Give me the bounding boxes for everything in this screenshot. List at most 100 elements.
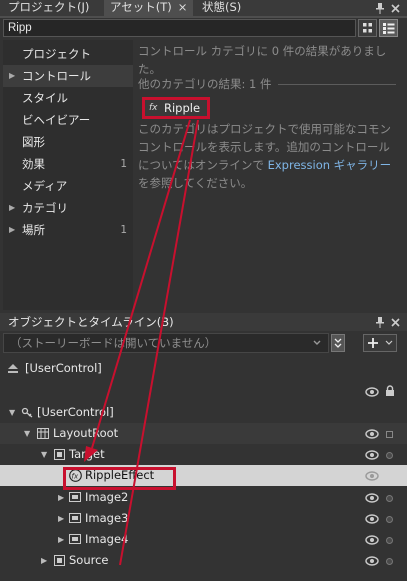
category-label: 効果 [22,157,45,171]
eye-icon[interactable] [365,534,379,546]
tab-state[interactable]: 状態(S) [196,0,247,16]
highlight-box [63,467,176,490]
pin-icon[interactable] [375,317,385,328]
category-styles[interactable]: スタイル [3,87,133,109]
category-effects[interactable]: 効果 1 [3,153,133,175]
image-icon [69,534,81,544]
lock-toggle[interactable] [386,537,393,544]
tree-row-target[interactable]: ▼ Target [0,444,407,465]
category-count: 1 [120,158,127,170]
tree-row-image3[interactable]: ▶ Image3 [0,508,407,529]
asset-results: コントロール カテゴリに 0 件の結果がありました。 他のカテゴリの結果: 1 … [134,40,404,310]
lock-icon[interactable] [385,385,395,397]
pin-icon[interactable] [375,3,385,14]
tree-row-rippleeffect[interactable]: fx RippleEffect [0,465,407,486]
lock-toggle[interactable] [386,558,393,565]
lock-toggle[interactable] [386,516,393,523]
collapse-arrow-icon[interactable]: ▼ [24,423,30,444]
grid-view-icon [363,23,372,33]
expand-arrow-icon[interactable]: ▶ [9,65,15,87]
category-label: 図形 [22,135,45,149]
category-behaviors[interactable]: ビヘイビアー [3,109,133,131]
tab-underline [0,16,407,18]
category-count: 1 [120,224,127,236]
expand-arrow-icon[interactable]: ▶ [9,197,15,219]
tree-item-label: Source [69,553,109,567]
ripple-label: Ripple [164,101,201,115]
tab-assets-label: アセット(T) [110,0,172,14]
close-panel-icon[interactable] [391,4,400,13]
eye-icon[interactable] [365,386,379,398]
no-results-message: コントロール カテゴリに 0 件の結果がありました。 [138,44,387,76]
divider [278,84,396,85]
asset-category-list: プロジェクト ▶ コントロール スタイル ビヘイビアー 図形 効果 1 メディア ▶… [3,40,133,310]
tab-project[interactable]: プロジェクト(J) [2,0,95,16]
tree-item-label: [UserControl] [37,405,114,419]
category-controls[interactable]: ▶ コントロール [3,65,133,87]
storyboard-selector[interactable]: （ストーリーボードは開いていません） [3,333,329,353]
eye-icon[interactable] [365,492,379,504]
usercontrol-icon [21,407,33,418]
plus-icon [368,338,393,348]
list-view-icon [383,23,395,34]
category-categories[interactable]: ▶ カテゴリ [3,197,133,219]
category-label: スタイル [22,91,68,105]
eye-icon[interactable] [365,555,379,567]
tree-row-source[interactable]: ▶ Source [0,550,407,571]
effect-fx-icon: fx [149,103,158,113]
expand-arrow-icon[interactable]: ▶ [58,508,64,529]
category-label: プロジェクト [22,47,91,61]
element-icon [54,449,65,460]
tab-assets[interactable]: アセット(T) × [104,0,194,16]
eye-icon[interactable] [365,513,379,525]
objects-timeline-header: オブジェクトとタイムライン(B) [0,313,407,331]
expand-arrow-icon[interactable]: ▶ [9,219,15,241]
storyboard-options-button[interactable] [331,334,345,352]
tree-row-usercontrol[interactable]: ▼ [UserControl] [0,402,407,423]
list-view-button[interactable] [379,19,398,37]
tree-item-label: Image4 [85,532,129,546]
close-tab-icon[interactable]: × [178,0,188,14]
scope-up-icon[interactable] [6,363,20,374]
category-shapes[interactable]: 図形 [3,131,133,153]
image-icon [69,492,81,502]
storyboard-dropdown-icon[interactable] [312,337,322,349]
tree-item-label: Image3 [85,511,129,525]
collapse-arrow-icon[interactable]: ▼ [9,402,15,423]
element-icon [54,555,65,566]
category-label: コントロール [22,69,91,83]
lock-toggle[interactable] [386,452,393,459]
close-panel-icon[interactable] [391,318,400,327]
category-media[interactable]: メディア [3,175,133,197]
tree-row-image2[interactable]: ▶ Image2 [0,487,407,508]
category-project[interactable]: プロジェクト [3,43,133,65]
expand-arrow-icon[interactable]: ▶ [58,529,64,550]
expression-gallery-link[interactable]: Expression ギャラリー [268,158,392,172]
tab-project-label: プロジェクト(J) [8,0,90,14]
tree-row-layoutroot[interactable]: ▼ LayoutRoot [0,423,407,444]
lock-toggle[interactable] [386,431,393,438]
other-categories-label: 他のカテゴリの結果: 1 件 [138,77,272,91]
asset-search-input[interactable] [3,19,356,37]
eye-icon[interactable] [365,470,379,482]
tree-row-image4[interactable]: ▶ Image4 [0,529,407,550]
image-icon [69,513,81,523]
category-label: メディア [22,179,68,193]
category-description: このカテゴリはプロジェクトで使用可能なコモン コントロールを表示します。追加のコ… [138,122,392,190]
scope-usercontrol-row[interactable]: [UserControl] [0,358,407,379]
ripple-effect-result[interactable]: fx Ripple [142,97,210,119]
storyboard-status: （ストーリーボードは開いていません） [10,336,217,350]
grid-view-button[interactable] [358,19,377,37]
lock-toggle[interactable] [386,495,393,502]
eye-icon[interactable] [365,428,379,440]
other-categories-header: 他のカテゴリの結果: 1 件 [138,75,400,93]
category-label: カテゴリ [22,201,68,215]
expand-arrow-icon[interactable]: ▶ [58,487,64,508]
expand-arrow-icon[interactable]: ▶ [41,550,47,571]
category-locations[interactable]: ▶ 場所 1 [3,219,133,241]
eye-icon[interactable] [365,449,379,461]
scope-label: [UserControl] [25,361,102,375]
collapse-arrow-icon[interactable]: ▼ [41,444,47,465]
tree-item-label: Image2 [85,490,129,504]
add-storyboard-button[interactable] [363,334,397,352]
